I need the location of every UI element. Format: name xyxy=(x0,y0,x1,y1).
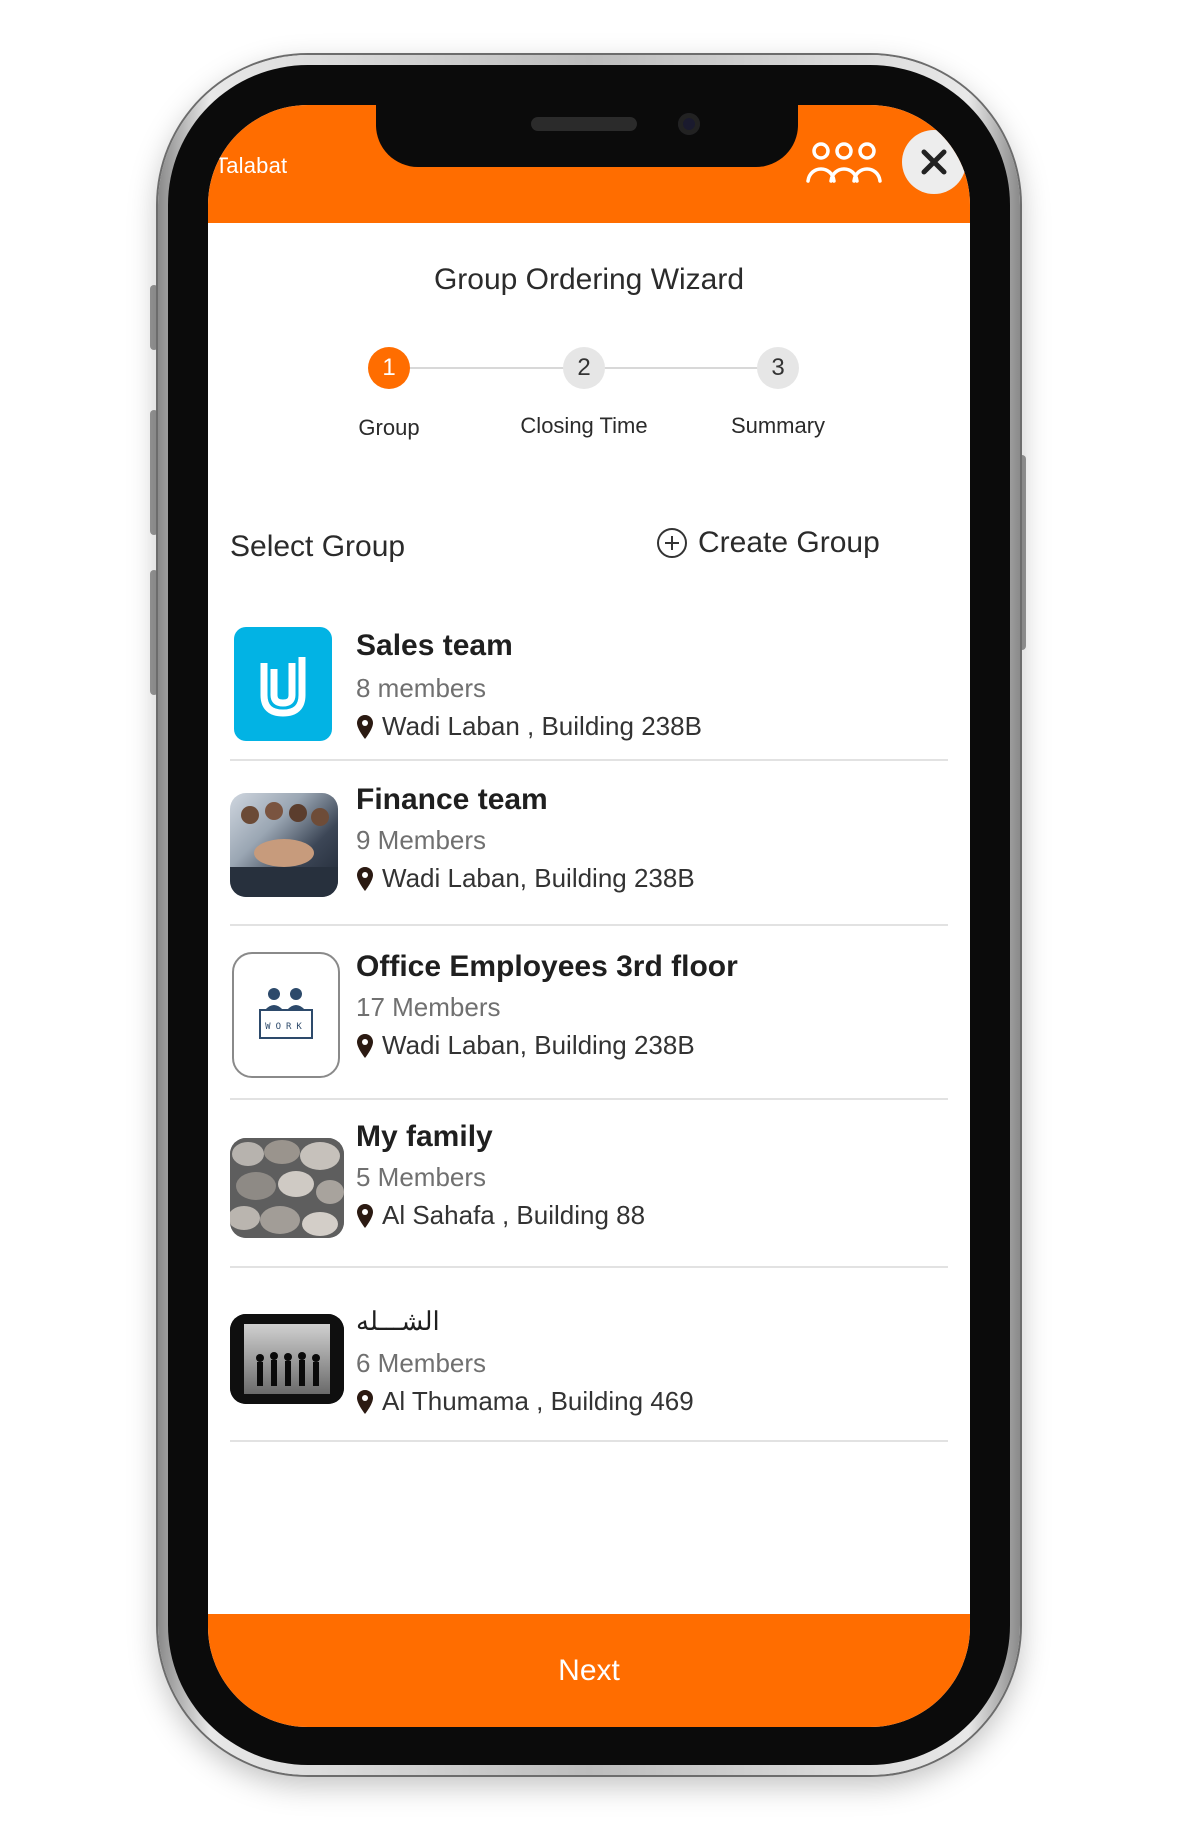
group-list: Sales team 8 members Wadi Laban , Buildi… xyxy=(230,615,948,1442)
group-item-friends[interactable]: الشـــله 6 Members Al Thumama , Building… xyxy=(230,1268,948,1442)
location-pin-icon xyxy=(357,1203,373,1228)
group-location-text: Wadi Laban, Building 238B xyxy=(382,863,695,893)
create-group-button[interactable]: Create Group xyxy=(656,526,880,560)
group-location-text: Al Sahafa , Building 88 xyxy=(382,1200,646,1230)
udacity-logo-icon xyxy=(260,657,306,717)
finance-team-photo xyxy=(230,793,338,897)
close-icon xyxy=(921,149,947,175)
step-3-indicator[interactable]: 3 xyxy=(757,347,799,389)
step-1-indicator[interactable]: 1 xyxy=(368,347,410,389)
step-1-label: Group xyxy=(358,415,420,440)
group-item-finance-team[interactable]: Finance team 9 Members Wadi Laban, Build… xyxy=(230,761,948,926)
group-location-text: Al Thumama , Building 469 xyxy=(382,1386,694,1416)
group-location: Al Thumama , Building 469 xyxy=(356,1386,694,1417)
group-members: 5 Members xyxy=(356,1162,487,1192)
silent-switch xyxy=(150,285,158,350)
notch xyxy=(376,105,798,167)
group-location-text: Wadi Laban, Building 238B xyxy=(382,1030,695,1060)
step-3-label: Summary xyxy=(730,413,826,438)
plus-circle-icon xyxy=(657,528,687,558)
group-people-icon[interactable] xyxy=(805,139,883,185)
brand-logo: Talabat xyxy=(215,153,288,178)
location-pin-icon xyxy=(357,1033,373,1058)
group-members: 8 members xyxy=(356,673,487,703)
group-item-my-family[interactable]: My family 5 Members Al Sahafa , Building… xyxy=(230,1100,948,1268)
group-name: الشـــله xyxy=(356,1306,440,1336)
group-name: Office Employees 3rd floor xyxy=(356,950,738,983)
front-camera xyxy=(678,113,700,135)
office-employees-logo: WORK xyxy=(232,952,340,1078)
next-button-label: Next xyxy=(558,1653,620,1687)
app-bar: Talabat xyxy=(208,105,970,223)
step-2-indicator[interactable]: 2 xyxy=(563,347,605,389)
next-button[interactable]: Next xyxy=(208,1614,970,1727)
group-location: Wadi Laban, Building 238B xyxy=(356,863,695,894)
speaker xyxy=(531,117,637,131)
group-members: 17 Members xyxy=(356,992,501,1022)
svg-text:WORK: WORK xyxy=(265,1022,307,1032)
group-location-text: Wadi Laban , Building 238B xyxy=(382,711,702,741)
group-members: 9 Members xyxy=(356,825,487,855)
group-name: My family xyxy=(356,1120,493,1153)
group-location: Wadi Laban , Building 238B xyxy=(356,711,702,742)
my-family-photo xyxy=(230,1138,344,1238)
group-members: 6 Members xyxy=(356,1348,487,1378)
group-item-sales-team[interactable]: Sales team 8 members Wadi Laban , Buildi… xyxy=(230,615,948,761)
sales-team-logo xyxy=(234,627,332,741)
group-item-office-employees[interactable]: WORK Office Employees 3rd floor 17 Membe… xyxy=(230,926,948,1100)
location-pin-icon xyxy=(357,1389,373,1414)
group-location: Al Sahafa , Building 88 xyxy=(356,1200,645,1231)
phone-screen: Talabat Group Ordering Wizard 1 2 3 Grou… xyxy=(208,105,970,1727)
step-2-label: Closing Time xyxy=(520,413,648,438)
group-location: Wadi Laban, Building 238B xyxy=(356,1030,695,1061)
friends-photo xyxy=(230,1314,344,1404)
group-name: Sales team xyxy=(356,629,513,662)
group-name: Finance team xyxy=(356,783,548,816)
location-pin-icon xyxy=(357,866,373,891)
volume-down-button xyxy=(150,570,158,695)
select-group-title: Select Group xyxy=(230,530,406,563)
wizard-title: Group Ordering Wizard xyxy=(433,263,745,296)
create-group-label: Create Group xyxy=(698,526,880,559)
location-pin-icon xyxy=(357,714,373,739)
volume-up-button xyxy=(150,410,158,535)
work-desk-icon: WORK xyxy=(259,988,313,1039)
close-button[interactable] xyxy=(902,130,966,194)
